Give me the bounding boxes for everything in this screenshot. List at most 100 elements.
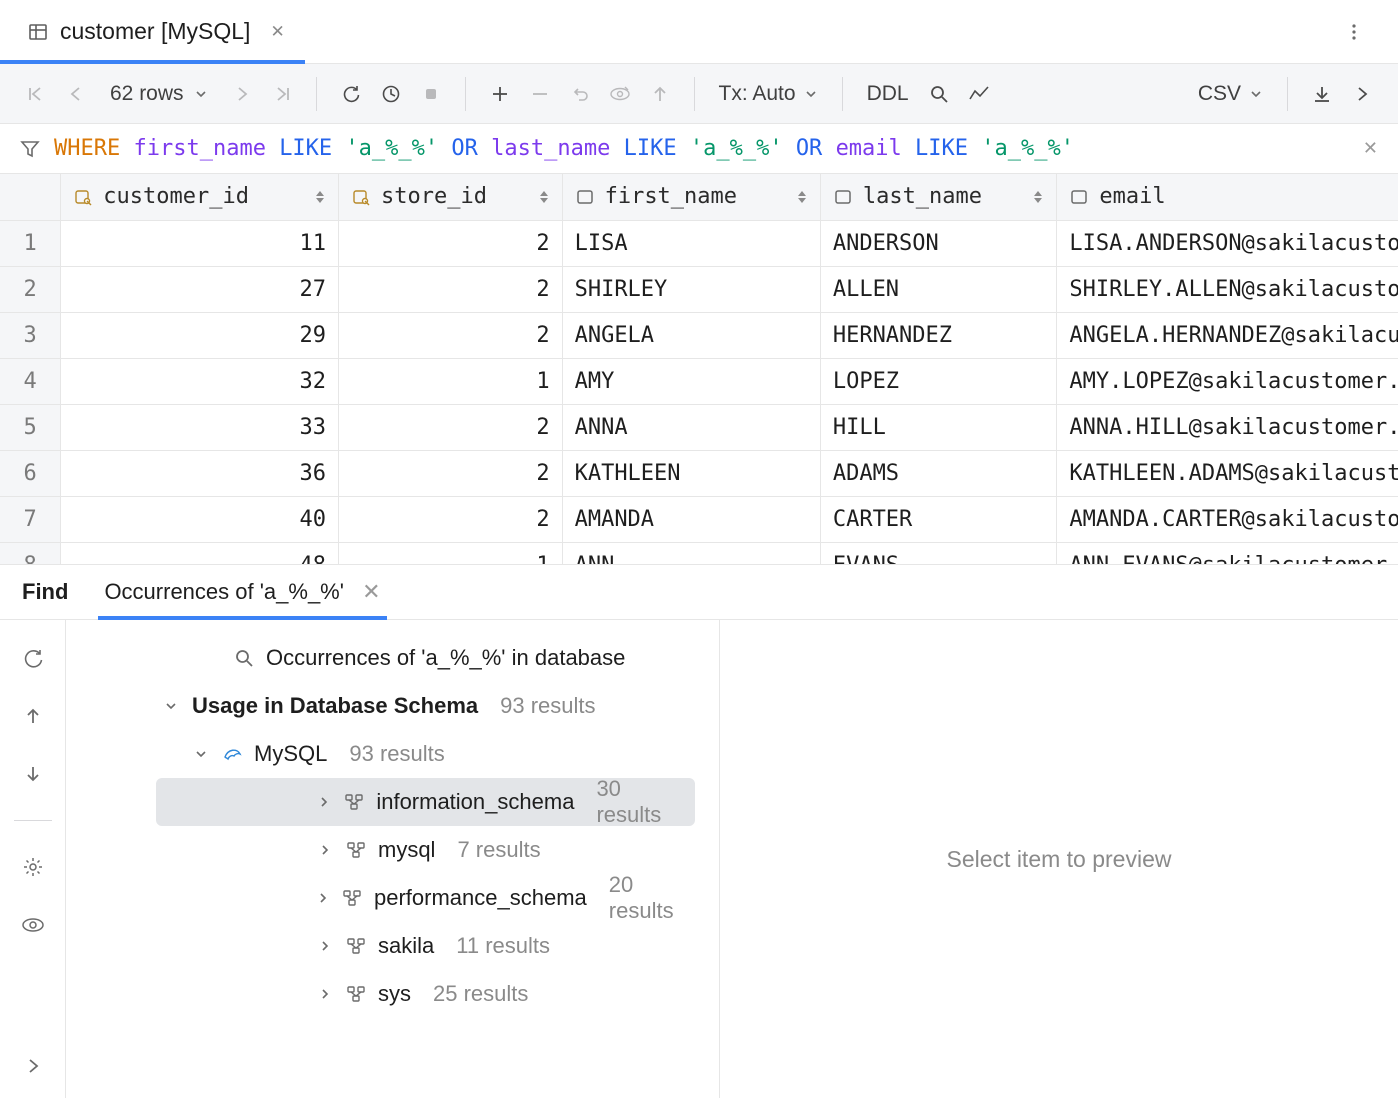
cell-email[interactable]: ANN.EVANS@sakilacustomer.org	[1057, 542, 1398, 564]
close-occurrences-icon[interactable]: ✕	[350, 579, 381, 605]
tree-db-count: 93 results	[349, 741, 444, 767]
clear-filter-icon[interactable]: ✕	[1363, 138, 1378, 159]
cell-email[interactable]: ANGELA.HERNANDEZ@sakilacustomer.org	[1057, 312, 1398, 358]
cell-customer_id[interactable]: 29	[61, 312, 339, 358]
schema-item-sakila[interactable]: sakila11 results	[156, 922, 695, 970]
table-row[interactable]: 5332ANNAHILLANNA.HILL@sakilacustomer.org	[0, 404, 1398, 450]
tab-customer[interactable]: customer [MySQL] ✕	[0, 0, 305, 63]
cell-first_name[interactable]: AMY	[562, 358, 820, 404]
download-icon[interactable]	[1306, 78, 1338, 110]
cell-email[interactable]: ANNA.HILL@sakilacustomer.org	[1057, 404, 1398, 450]
refresh-icon[interactable]	[335, 78, 367, 110]
preview-toggle-icon[interactable]	[17, 909, 49, 941]
sort-icon[interactable]	[314, 189, 326, 205]
overflow-right-icon[interactable]	[1346, 78, 1378, 110]
more-icon[interactable]	[1338, 16, 1370, 48]
cell-store_id[interactable]: 2	[339, 312, 563, 358]
cell-first_name[interactable]: KATHLEEN	[562, 450, 820, 496]
cell-first_name[interactable]: SHIRLEY	[562, 266, 820, 312]
table-row[interactable]: 2272SHIRLEYALLENSHIRLEY.ALLEN@sakilacust…	[0, 266, 1398, 312]
schema-item-information_schema[interactable]: information_schema30 results	[156, 778, 695, 826]
cell-customer_id[interactable]: 33	[61, 404, 339, 450]
schema-icon	[346, 936, 366, 956]
cell-last_name[interactable]: ADAMS	[820, 450, 1057, 496]
cell-store_id[interactable]: 2	[339, 404, 563, 450]
cell-first_name[interactable]: ANNA	[562, 404, 820, 450]
row-count-dropdown[interactable]: 62 rows	[100, 82, 218, 106]
column-header-store_id[interactable]: store_id	[339, 174, 563, 220]
column-header-email[interactable]: email	[1057, 174, 1398, 220]
results-header-label: Occurrences of 'a_%_%' in database	[266, 645, 625, 671]
tab-title: customer [MySQL]	[60, 18, 250, 45]
cell-email[interactable]: AMANDA.CARTER@sakilacustomer.org	[1057, 496, 1398, 542]
schema-item-performance_schema[interactable]: performance_schema20 results	[156, 874, 695, 922]
tx-mode-dropdown[interactable]: Tx: Auto	[713, 82, 824, 106]
cell-last_name[interactable]: HILL	[820, 404, 1057, 450]
column-type-icon	[1069, 187, 1089, 207]
cell-store_id[interactable]: 1	[339, 358, 563, 404]
next-result-icon[interactable]	[17, 758, 49, 790]
row-gutter: 4	[0, 358, 61, 404]
cell-customer_id[interactable]: 11	[61, 220, 339, 266]
ddl-button[interactable]: DDL	[861, 82, 915, 106]
cell-email[interactable]: SHIRLEY.ALLEN@sakilacustomer.org	[1057, 266, 1398, 312]
filter-bar[interactable]: WHERE first_name LIKE 'a_%_%' OR last_na…	[0, 124, 1398, 174]
settings-icon[interactable]	[17, 851, 49, 883]
close-tab-icon[interactable]: ✕	[270, 22, 284, 42]
search-icon[interactable]	[923, 78, 955, 110]
table-row[interactable]: 8481ANNEVANSANN.EVANS@sakilacustomer.org	[0, 542, 1398, 564]
cell-last_name[interactable]: LOPEZ	[820, 358, 1057, 404]
table-row[interactable]: 6362KATHLEENADAMSKATHLEEN.ADAMS@sakilacu…	[0, 450, 1398, 496]
sort-icon[interactable]	[1032, 189, 1044, 205]
table-row[interactable]: 4321AMYLOPEZAMY.LOPEZ@sakilacustomer.org	[0, 358, 1398, 404]
add-row-icon[interactable]	[484, 78, 516, 110]
search-icon	[234, 648, 254, 668]
cell-first_name[interactable]: AMANDA	[562, 496, 820, 542]
cell-store_id[interactable]: 2	[339, 450, 563, 496]
data-grid[interactable]: customer_idstore_idfirst_namelast_nameem…	[0, 174, 1398, 564]
cell-store_id[interactable]: 2	[339, 496, 563, 542]
cell-last_name[interactable]: EVANS	[820, 542, 1057, 564]
column-header-first_name[interactable]: first_name	[562, 174, 820, 220]
history-icon[interactable]	[375, 78, 407, 110]
cell-first_name[interactable]: ANN	[562, 542, 820, 564]
sort-icon[interactable]	[538, 189, 550, 205]
tree-db[interactable]: MySQL 93 results	[66, 730, 719, 778]
cell-last_name[interactable]: HERNANDEZ	[820, 312, 1057, 358]
cell-last_name[interactable]: ALLEN	[820, 266, 1057, 312]
cell-first_name[interactable]: LISA	[562, 220, 820, 266]
cell-email[interactable]: KATHLEEN.ADAMS@sakilacustomer.org	[1057, 450, 1398, 496]
schema-label: sys	[378, 981, 411, 1007]
cell-last_name[interactable]: CARTER	[820, 496, 1057, 542]
occurrences-tab[interactable]: Occurrences of 'a_%_%' ✕	[104, 565, 380, 619]
cell-customer_id[interactable]: 48	[61, 542, 339, 564]
cell-customer_id[interactable]: 36	[61, 450, 339, 496]
cell-store_id[interactable]: 2	[339, 220, 563, 266]
column-header-last_name[interactable]: last_name	[820, 174, 1057, 220]
cell-customer_id[interactable]: 40	[61, 496, 339, 542]
find-tab[interactable]: Find	[22, 565, 68, 619]
expand-right-icon[interactable]	[17, 1050, 49, 1082]
cell-store_id[interactable]: 1	[339, 542, 563, 564]
table-row[interactable]: 3292ANGELAHERNANDEZANGELA.HERNANDEZ@saki…	[0, 312, 1398, 358]
cell-first_name[interactable]: ANGELA	[562, 312, 820, 358]
rerun-icon[interactable]	[17, 642, 49, 674]
cell-email[interactable]: AMY.LOPEZ@sakilacustomer.org	[1057, 358, 1398, 404]
cell-email[interactable]: LISA.ANDERSON@sakilacustomer.org	[1057, 220, 1398, 266]
cell-customer_id[interactable]: 27	[61, 266, 339, 312]
table-row[interactable]: 7402AMANDACARTERAMANDA.CARTER@sakilacust…	[0, 496, 1398, 542]
graph-icon[interactable]	[963, 78, 995, 110]
column-header-customer_id[interactable]: customer_id	[61, 174, 339, 220]
results-tree[interactable]: Occurrences of 'a_%_%' in database Usage…	[66, 620, 720, 1098]
table-row[interactable]: 1112LISAANDERSONLISA.ANDERSON@sakilacust…	[0, 220, 1398, 266]
export-format-dropdown[interactable]: CSV	[1192, 82, 1269, 106]
sort-icon[interactable]	[796, 189, 808, 205]
schema-item-sys[interactable]: sys25 results	[156, 970, 695, 1018]
tree-root[interactable]: Usage in Database Schema 93 results	[66, 682, 719, 730]
schema-item-mysql[interactable]: mysql7 results	[156, 826, 695, 874]
cell-store_id[interactable]: 2	[339, 266, 563, 312]
prev-result-icon[interactable]	[17, 700, 49, 732]
cell-last_name[interactable]: ANDERSON	[820, 220, 1057, 266]
row-gutter: 1	[0, 220, 61, 266]
cell-customer_id[interactable]: 32	[61, 358, 339, 404]
